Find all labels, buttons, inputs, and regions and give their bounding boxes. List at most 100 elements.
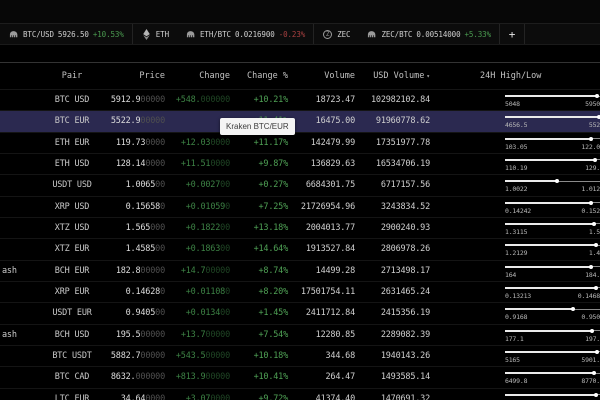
usd-volume-value: 6717157.56 [355,180,430,190]
range-thumb [595,94,599,98]
pair-cell: ETH USD [0,159,104,169]
ticker-change-percent: +5.33% [465,30,492,39]
change-percent: +7.54% [230,330,288,340]
change-cell: +13.700000 [165,330,230,340]
change-trailing-zeros: 0000 [210,394,230,400]
change-value: +0.1822 [186,223,220,233]
low-value: 0.9168 [505,313,527,321]
high-low-indicator: 103.05 122.0 [430,133,600,153]
markets-table: Pair Price Change Change % Volume USD Vo… [0,62,600,400]
price-trailing-zeros: 00000 [140,95,165,105]
pair-cell: XTZ EUR [0,244,104,254]
price-value: 0.9405 [126,308,156,318]
price-value: 0.15658 [126,202,160,212]
pair-label: BTC USDT [52,351,91,361]
low-value: 103.05 [505,143,527,151]
table-row[interactable]: USDT USD 1.006500 +0.002700 +0.27% 66843… [0,175,600,196]
low-value: 1.3115 [505,228,527,236]
high-low-indicator: 5165 5901. [430,346,600,366]
pair-label: XRP USD [55,202,89,212]
high-value: 5901. [581,356,600,364]
change-percent: +8.74% [230,266,288,276]
pair-label: BTC USD [55,95,89,105]
volume-value: 16475.00 [288,116,355,126]
ticker-change-percent: +10.53% [93,30,124,39]
usd-volume-value: 17351977.78 [355,138,430,148]
table-row[interactable]: USDT EUR 0.940500 +0.013400 +1.45% 24117… [0,303,600,324]
price-value: 128.14 [116,159,146,169]
coin-name-overflow: ash [2,266,17,276]
table-row[interactable]: ETH USD 128.140000 +11.510000 +9.87% 136… [0,154,600,175]
price-cell: 5522.900000 [104,116,165,126]
price-cell: 0.146280 [104,287,165,297]
header-change-pct[interactable]: Change % [230,71,288,81]
price-trailing-zeros: 00000 [140,330,165,340]
pair-label: BTC CAD [55,372,89,382]
usd-volume-value: 1493585.14 [355,372,430,382]
table-row[interactable]: ash BCH EUR 182.800000 +14.700000 +8.74%… [0,261,600,282]
ticker-pair-item[interactable]: BTC/USD 5926.50 +10.53% [0,24,132,44]
range-thumb [595,350,599,354]
price-trailing-zeros: 0000 [145,394,165,400]
header-volume[interactable]: Volume [288,71,355,81]
volume-value: 2004013.77 [288,223,355,233]
table-row[interactable]: XRP USD 0.156580 +0.010590 +7.25% 217269… [0,197,600,218]
window-top-strip [0,0,600,23]
table-row[interactable]: BTC USD 5912.900000 +548.000000 +10.21% … [0,90,600,111]
pair-cell: USDT USD [0,180,104,190]
high-value: 1.4 [589,249,600,257]
header-usd-volume[interactable]: USD Volume▾ [355,71,430,81]
usd-volume-value: 2289082.39 [355,330,430,340]
add-ticker-button[interactable]: + [499,24,525,44]
table-row[interactable]: XTZ USD 1.565000 +0.182200 +13.18% 20040… [0,218,600,239]
low-value: 164 [505,271,516,279]
pair-label: BTC EUR [55,116,89,126]
pair-label: USDT EUR [52,308,91,318]
change-trailing-zeros: 00 [220,308,230,318]
usd-volume-value: 2415356.19 [355,308,430,318]
ticker-pair-item[interactable]: ETH/BTC 0.0216900 -0.23% [177,24,313,44]
pair-cell: XTZ USD [0,223,104,233]
price-cell: 0.940500 [104,308,165,318]
ticker-pair-item[interactable]: ZEC/BTC 0.00514000 +5.33% [358,24,499,44]
table-row[interactable]: LTC EUR 34.640000 +3.070000 +9.72% 41374… [0,389,600,400]
ticker-pair-label: ETH/BTC [200,30,231,39]
table-row[interactable]: BTC EUR 5522.900000 +11.41% 16475.00 919… [0,111,600,132]
table-row[interactable]: ash BCH USD 195.500000 +13.700000 +7.54%… [0,325,600,346]
table-row[interactable]: BTC USDT 5882.700000 +543.500000 +10.18%… [0,346,600,367]
volume-value: 21726954.96 [288,202,355,212]
high-low-indicator: 5048 5950 [430,90,600,110]
table-row[interactable]: XRP EUR 0.146280 +0.011080 +8.20% 175017… [0,282,600,303]
pair-cell: ash BCH USD [0,330,104,340]
header-price[interactable]: Price [104,71,165,81]
table-row[interactable]: BTC CAD 8632.000000 +813.900000 +10.41% … [0,367,600,388]
header-usd-volume-label: USD Volume [373,71,424,81]
change-cell: +813.900000 [165,372,230,382]
pair-label: BCH EUR [55,266,89,276]
header-pair[interactable]: Pair [0,71,104,81]
price-trailing-zeros: 00000 [140,266,165,276]
high-low-indicator: 0.9168 0.950 [430,303,600,323]
ticker-coin-item[interactable]: Z ZEC [313,24,358,44]
high-low-indicator: 164 184. [430,261,600,281]
range-thumb [589,265,593,269]
range-thumb [593,158,597,162]
kraken-icon [8,29,19,40]
price-value: 34.64 [121,394,146,400]
range-thumb [594,243,598,247]
change-value: +0.0027 [186,180,220,190]
price-cell: 119.730000 [104,138,165,148]
spacer [0,45,600,62]
ticker-coin-item[interactable]: ETH [132,24,177,44]
change-value: +11.51 [181,159,211,169]
ticker-coin-label: ZEC [337,30,350,39]
header-change[interactable]: Change [165,71,230,81]
high-low-indicator: 0.13213 0.1468 [430,282,600,302]
high-low-indicator: 1.2129 1.4 [430,239,600,259]
change-percent: +8.20% [230,287,288,297]
table-row[interactable]: ETH EUR 119.730000 +12.030000 +11.17% 14… [0,133,600,154]
pair-cell: ETH EUR [0,138,104,148]
pair-cell: XRP USD [0,202,104,212]
table-row[interactable]: XTZ EUR 1.458500 +0.186300 +14.64% 19135… [0,239,600,260]
range-thumb [590,329,594,333]
